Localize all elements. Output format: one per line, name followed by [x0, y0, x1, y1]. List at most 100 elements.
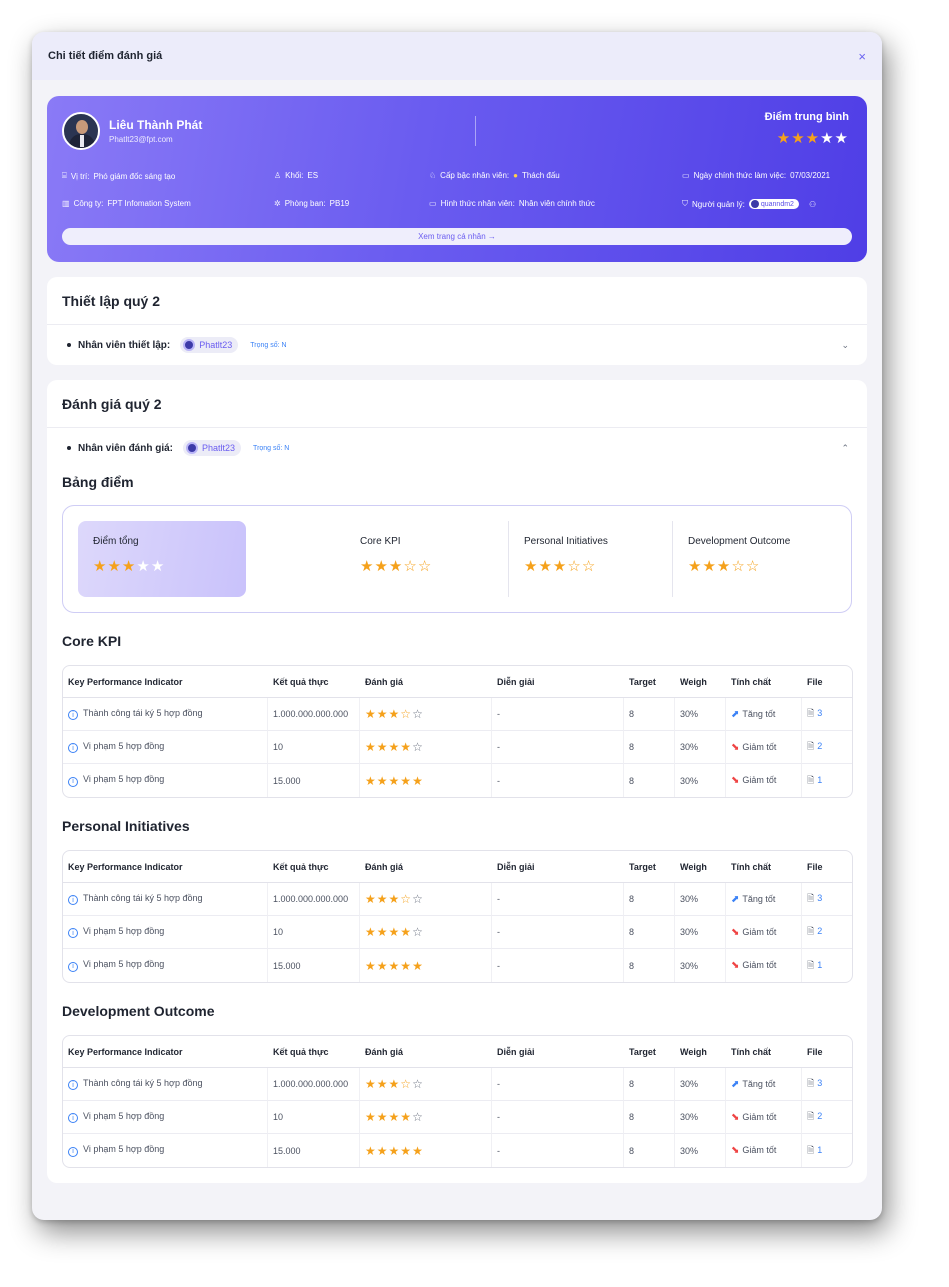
kpi-weigh: 30%	[675, 883, 726, 916]
close-button[interactable]: ×	[858, 49, 866, 64]
average-score-label: Điểm trung bình	[764, 111, 849, 123]
kpi-weigh: 30%	[675, 1134, 726, 1167]
chevron-down-icon[interactable]: ⌄	[841, 340, 849, 351]
rating-stars[interactable]: ★★★★☆	[365, 1110, 424, 1124]
kpi-note: -	[492, 1134, 624, 1167]
star-icon: ☆	[400, 707, 413, 721]
star-icon: ★	[400, 740, 413, 754]
score-detail-modal: Chi tiết điểm đánh giá × Liêu Thành Phát…	[32, 32, 882, 1220]
file-icon[interactable]: 🗎	[807, 741, 814, 751]
chevron-up-icon[interactable]: ⌃	[841, 443, 849, 454]
rating-stars[interactable]: ★★★☆☆	[365, 707, 424, 721]
rating-stars[interactable]: ★★★★☆	[365, 925, 424, 939]
setup-assignee-chip[interactable]: Phatlt23	[180, 337, 239, 353]
file-count[interactable]: 1	[817, 960, 822, 970]
department-info: ✲ Phòng ban: PB19	[274, 199, 350, 208]
column-header: Kết quả thực	[268, 666, 360, 698]
column-header: Đánh giá	[360, 1036, 492, 1068]
trend-down-icon: ⬊	[731, 1145, 740, 1156]
table-row[interactable]: i Vi phạm 5 hợp đồng 10 ★★★★☆ -8 30% ⬊ Giảm tốt…	[63, 731, 852, 764]
info-icon[interactable]: i	[68, 710, 78, 721]
table-row[interactable]: i Vi phạm 5 hợp đồng 15.000 ★★★★★ -8 30% ⬊ Giảm…	[63, 1134, 852, 1167]
trend-label: Giảm tốt	[742, 926, 777, 937]
column-header: Diễn giải	[492, 1036, 624, 1068]
star-icon: ☆	[403, 558, 418, 575]
file-count[interactable]: 3	[817, 893, 822, 903]
rating-stars[interactable]: ★★★★★	[365, 959, 424, 973]
file-icon[interactable]: 🗎	[807, 960, 814, 970]
info-icon[interactable]: i	[68, 1080, 78, 1091]
setup-title: Thiết lập quý 2	[47, 277, 867, 325]
file-icon[interactable]: 🗎	[807, 926, 814, 936]
rating-stars[interactable]: ★★★☆☆	[365, 892, 424, 906]
kpi-name: Thành công tái ký 5 hợp đồng	[83, 707, 203, 718]
file-count[interactable]: 3	[817, 1078, 822, 1088]
column-header: Diễn giải	[492, 851, 624, 883]
org-chart-icon[interactable]: ⚇	[809, 200, 816, 209]
file-icon[interactable]: 🗎	[807, 893, 814, 903]
rating-stars[interactable]: ★★★★☆	[365, 740, 424, 754]
file-count[interactable]: 3	[817, 708, 822, 718]
table-row[interactable]: i Thành công tái ký 5 hợp đồng 1.000.000.0…	[63, 1068, 852, 1101]
setup-assignee-row[interactable]: Nhân viên thiết lập: Phatlt23 Trọng số: …	[47, 325, 867, 365]
trend-up-icon: ⬈	[731, 708, 740, 720]
info-icon[interactable]: i	[68, 1146, 78, 1157]
info-icon[interactable]: i	[68, 928, 78, 939]
star-icon: ★	[538, 558, 553, 575]
column-header: File	[802, 1036, 852, 1068]
file-count[interactable]: 2	[817, 926, 822, 936]
view-profile-button[interactable]: Xem trang cá nhân →	[62, 228, 852, 245]
column-header: Target	[624, 1036, 675, 1068]
file-icon[interactable]: 🗎	[807, 775, 814, 785]
rating-stars[interactable]: ★★★☆☆	[365, 1077, 424, 1091]
evaluation-assignee-chip[interactable]: Phatlt23	[183, 440, 242, 456]
rating-stars[interactable]: ★★★★★	[365, 1144, 424, 1158]
table-row[interactable]: i Thành công tái ký 5 hợp đồng 1.000.000.0…	[63, 698, 852, 731]
star-icon: ★	[365, 958, 377, 973]
star-icon: ★	[805, 130, 821, 147]
star-icon: ☆	[412, 1110, 424, 1124]
file-count[interactable]: 1	[817, 1145, 822, 1155]
star-icon: ★	[107, 558, 122, 575]
average-score-stars: ★★★★★	[765, 129, 849, 147]
evaluation-assignee-row[interactable]: Nhân viên đánh giá: Phatlt23 Trọng số: N…	[47, 428, 867, 468]
star-icon: ★	[374, 558, 389, 575]
star-icon: ★	[376, 892, 389, 906]
info-icon[interactable]: i	[68, 1113, 78, 1124]
info-icon[interactable]: i	[68, 743, 78, 754]
file-count[interactable]: 1	[817, 775, 822, 785]
star-icon: ★	[365, 1077, 377, 1091]
table-row[interactable]: i Vi phạm 5 hợp đồng 15.000 ★★★★★ -8 30% ⬊ Giảm…	[63, 764, 852, 797]
info-icon[interactable]: i	[68, 895, 78, 906]
kpi-result: 15.000	[268, 949, 360, 982]
table-row[interactable]: i Thành công tái ký 5 hợp đồng 1.000.000.0…	[63, 883, 852, 916]
manager-chip[interactable]: quanndm2	[748, 199, 799, 209]
shield-icon: ⛉	[682, 199, 688, 208]
file-icon[interactable]: 🗎	[807, 1111, 814, 1121]
column-header: Target	[624, 851, 675, 883]
file-icon[interactable]: 🗎	[807, 1078, 814, 1088]
star-icon: ★	[388, 1077, 401, 1091]
star-icon: ★	[376, 1143, 389, 1158]
column-header: Weigh	[675, 851, 726, 883]
kpi-weigh: 30%	[675, 916, 726, 949]
file-icon[interactable]: 🗎	[807, 708, 814, 718]
kpi-name: Vi phạm 5 hợp đồng	[83, 740, 165, 751]
personal-initiatives-score: Personal Initiatives ★★★☆☆	[524, 536, 608, 575]
rating-stars[interactable]: ★★★★★	[365, 774, 424, 788]
column-header: Target	[624, 666, 675, 698]
file-icon[interactable]: 🗎	[807, 1145, 814, 1155]
table-row[interactable]: i Vi phạm 5 hợp đồng 10 ★★★★☆ -8 30% ⬊ Giảm tốt…	[63, 916, 852, 949]
info-icon[interactable]: i	[68, 961, 78, 972]
kpi-result: 15.000	[268, 1134, 360, 1167]
column-header: Kết quả thực	[268, 1036, 360, 1068]
table-row[interactable]: i Vi phạm 5 hợp đồng 15.000 ★★★★★ -8 30% ⬊ Giảm…	[63, 949, 852, 982]
info-icon[interactable]: i	[68, 776, 78, 787]
file-count[interactable]: 2	[817, 741, 822, 751]
table-row[interactable]: i Vi phạm 5 hợp đồng 10 ★★★★☆ -8 30% ⬊ Giảm tốt…	[63, 1101, 852, 1134]
kpi-weigh: 30%	[675, 949, 726, 982]
file-count[interactable]: 2	[817, 1111, 822, 1121]
star-icon: ★	[365, 1110, 377, 1124]
star-icon: ☆	[567, 558, 582, 575]
kpi-note: -	[492, 764, 624, 797]
